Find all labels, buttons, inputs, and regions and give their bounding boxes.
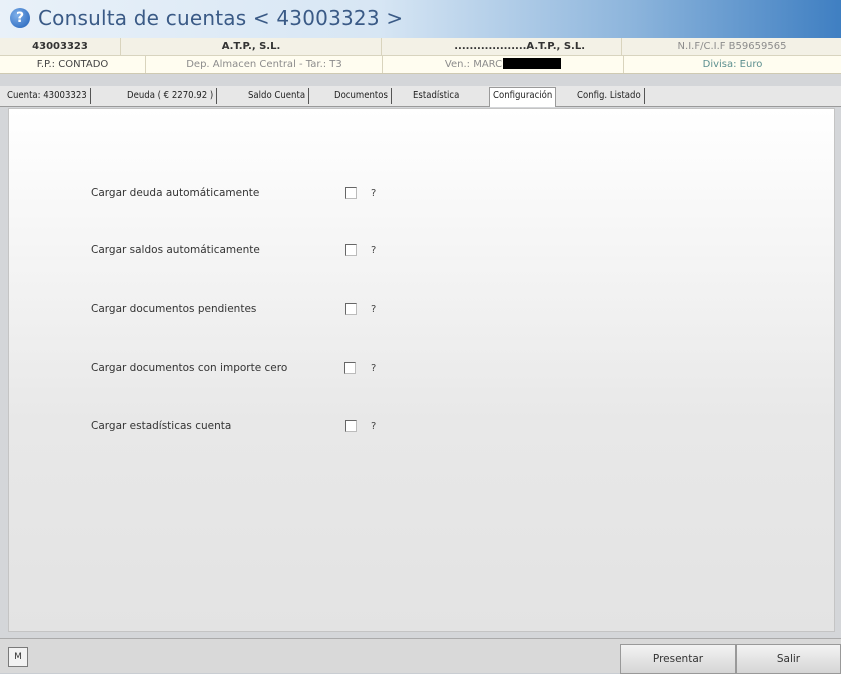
checkbox-account-stats[interactable] — [345, 420, 357, 432]
redacted-block — [503, 58, 562, 69]
title-bar: ? Consulta de cuentas < 43003323 > — [0, 0, 841, 38]
help-icon[interactable]: ? — [371, 421, 376, 432]
help-icon[interactable]: ? — [371, 245, 376, 256]
tab-configuration[interactable]: Configuración — [489, 87, 557, 107]
tab-strip: Cuenta: 43003323 Deuda ( € 2270.92 ) Sal… — [0, 86, 841, 107]
tab-debt[interactable]: Deuda ( € 2270.92 ) — [124, 88, 218, 104]
help-circle-icon[interactable]: ? — [10, 8, 30, 28]
company-full-name: ...................A.T.P., S.L. — [382, 38, 622, 55]
currency: Divisa: Euro — [702, 59, 763, 70]
account-query-window: ? Consulta de cuentas < 43003323 > 43003… — [0, 0, 841, 674]
option-label-pending-docs: Cargar documentos pendientes — [91, 303, 257, 315]
checkbox-zero-amount-docs[interactable] — [344, 362, 356, 374]
present-button[interactable]: Presentar — [620, 644, 736, 674]
configuration-panel: Cargar deuda automáticamente ? Cargar sa… — [8, 108, 835, 632]
tab-balance[interactable]: Saldo Cuenta — [245, 88, 310, 104]
tab-documents[interactable]: Documentos — [331, 88, 392, 104]
tab-list-config[interactable]: Config. Listado — [574, 88, 645, 104]
checkbox-load-debt[interactable] — [345, 187, 357, 199]
account-code: 43003323 — [0, 38, 121, 55]
option-label-load-balances: Cargar saldos automáticamente — [91, 244, 260, 256]
tab-statistics[interactable]: Estadística — [410, 88, 462, 104]
option-label-account-stats: Cargar estadísticas cuenta — [91, 420, 232, 432]
exit-button[interactable]: Salir — [736, 644, 841, 674]
window-title: Consulta de cuentas < 43003323 > — [38, 6, 404, 30]
help-icon[interactable]: ? — [371, 363, 376, 374]
seller-cell: Ven.: MARC — [383, 56, 624, 73]
seller-name: Ven.: MARC — [444, 59, 503, 70]
option-label-load-debt: Cargar deuda automáticamente — [91, 187, 260, 199]
m-button[interactable]: M — [8, 647, 28, 667]
help-icon[interactable]: ? — [371, 188, 376, 199]
option-label-zero-amount-docs: Cargar documentos con importe cero — [91, 362, 288, 374]
account-header-row: 43003323 A.T.P., S.L. ..................… — [0, 38, 841, 56]
tax-id: N.I.F/C.I.F B59659565 — [677, 41, 787, 52]
warehouse-rate: Dep. Almacen Central - Tar.: T3 — [146, 56, 383, 73]
company-name: A.T.P., S.L. — [121, 38, 382, 55]
bottom-toolbar: M Presentar Salir — [0, 638, 841, 674]
tab-account[interactable]: Cuenta: 43003323 — [4, 88, 91, 104]
help-icon[interactable]: ? — [371, 304, 376, 315]
checkbox-load-balances[interactable] — [345, 244, 357, 256]
account-details-row: F.P.: CONTADO Dep. Almacen Central - Tar… — [0, 56, 841, 74]
payment-method: F.P.: CONTADO — [0, 56, 146, 73]
checkbox-pending-docs[interactable] — [345, 303, 357, 315]
